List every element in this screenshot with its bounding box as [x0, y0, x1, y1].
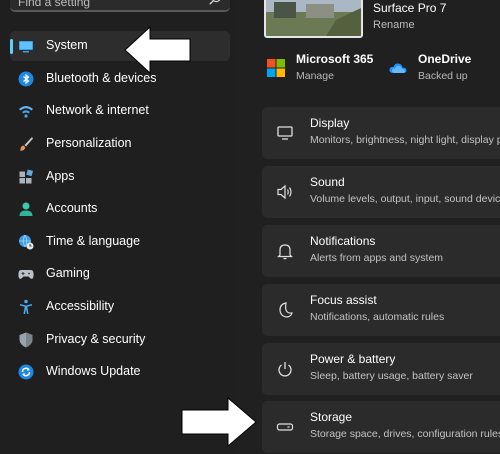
search-box[interactable]: [10, 0, 230, 12]
settings-card-display[interactable]: Display Monitors, brightness, night ligh…: [262, 107, 500, 159]
bluetooth-icon: [18, 71, 34, 87]
sidebar-item-label: Gaming: [46, 266, 90, 280]
settings-card-focus-assist[interactable]: Focus assist Notifications, automatic ru…: [262, 284, 500, 336]
settings-card-storage[interactable]: Storage Storage space, drives, configura…: [262, 401, 500, 453]
storage-icon: [276, 423, 294, 431]
bell-icon: [277, 244, 293, 260]
sidebar-item-label: System: [46, 38, 88, 52]
card-subtitle: Storage space, drives, configuration rul…: [310, 428, 500, 440]
account-subtitle: Backed up: [418, 70, 468, 82]
card-subtitle: Alerts from apps and system: [310, 252, 444, 264]
power-icon: [278, 362, 292, 377]
sidebar-item-apps[interactable]: Apps: [10, 162, 230, 192]
account-title: OneDrive: [418, 52, 472, 66]
card-subtitle: Notifications, automatic rules: [310, 311, 445, 323]
account-subtitle: Manage: [296, 70, 334, 82]
card-title: Display: [310, 116, 350, 130]
card-subtitle: Sleep, battery usage, battery saver: [310, 370, 473, 382]
pointer-arrow-storage: [181, 397, 257, 447]
update-icon: [18, 364, 34, 380]
sidebar-item-label: Time & language: [46, 234, 141, 248]
sidebar-item-accounts[interactable]: Accounts: [10, 194, 230, 224]
card-title: Focus assist: [310, 293, 377, 307]
sidebar-item-label: Privacy & security: [46, 332, 146, 346]
person-icon: [19, 202, 33, 216]
account-title: Microsoft 365: [296, 52, 374, 66]
sidebar-item-accessibility[interactable]: Accessibility: [10, 292, 230, 322]
sidebar-item-network[interactable]: Network & internet: [10, 96, 230, 126]
card-title: Notifications: [310, 234, 376, 248]
device-name: Surface Pro 7: [373, 1, 447, 15]
card-title: Power & battery: [310, 352, 396, 366]
card-subtitle: Monitors, brightness, night light, displ…: [310, 134, 500, 146]
main-content: Surface Pro 7 Rename Microsoft 365 Manag…: [238, 0, 500, 454]
brush-icon: [20, 137, 33, 151]
settings-card-notifications[interactable]: Notifications Alerts from apps and syste…: [262, 225, 500, 277]
sidebar-item-label: Apps: [46, 169, 75, 183]
device-thumbnail: [264, 0, 363, 38]
settings-card-power-battery[interactable]: Power & battery Sleep, battery usage, ba…: [262, 343, 500, 395]
sidebar-item-label: Accessibility: [46, 299, 115, 313]
microsoft-365-icon: [267, 59, 285, 77]
card-title: Storage: [310, 410, 353, 424]
card-title: Sound: [310, 175, 345, 189]
monitor-icon: [19, 41, 33, 53]
card-subtitle: Volume levels, output, input, sound devi…: [310, 193, 500, 205]
apps-icon: [19, 169, 34, 184]
sidebar-item-system[interactable]: System: [10, 31, 230, 61]
moon-icon: [279, 302, 293, 318]
sidebar-item-label: Network & internet: [46, 103, 149, 117]
sidebar-item-time-language[interactable]: Time & language: [10, 227, 230, 257]
search-input[interactable]: [18, 0, 198, 10]
rename-link[interactable]: Rename: [373, 19, 415, 31]
accessibility-icon: [20, 299, 32, 314]
onedrive-tile[interactable]: OneDrive Backed up: [388, 52, 488, 88]
pointer-arrow-system: [124, 26, 191, 74]
sidebar-item-label: Personalization: [46, 136, 132, 150]
globe-clock-icon: [19, 234, 34, 250]
wifi-icon: [19, 106, 33, 118]
sidebar-item-privacy-security[interactable]: Privacy & security: [10, 325, 230, 355]
onedrive-cloud-icon: [389, 63, 407, 73]
landscape-image: [266, 0, 361, 36]
sidebar-item-label: Windows Update: [46, 364, 141, 378]
speaker-icon: [277, 184, 292, 200]
sidebar: System Bluetooth & devices Network & int…: [0, 0, 238, 454]
sidebar-item-windows-update[interactable]: Windows Update: [10, 357, 230, 387]
sidebar-item-bluetooth[interactable]: Bluetooth & devices: [10, 64, 230, 94]
microsoft-365-tile[interactable]: Microsoft 365 Manage: [266, 52, 376, 88]
search-icon[interactable]: [208, 0, 222, 6]
settings-card-sound[interactable]: Sound Volume levels, output, input, soun…: [262, 166, 500, 218]
sidebar-item-personalization[interactable]: Personalization: [10, 129, 230, 159]
shield-icon: [19, 332, 33, 348]
gamepad-icon: [18, 270, 34, 279]
sidebar-item-gaming[interactable]: Gaming: [10, 259, 230, 289]
display-icon: [277, 126, 293, 140]
sidebar-item-label: Accounts: [46, 201, 98, 215]
